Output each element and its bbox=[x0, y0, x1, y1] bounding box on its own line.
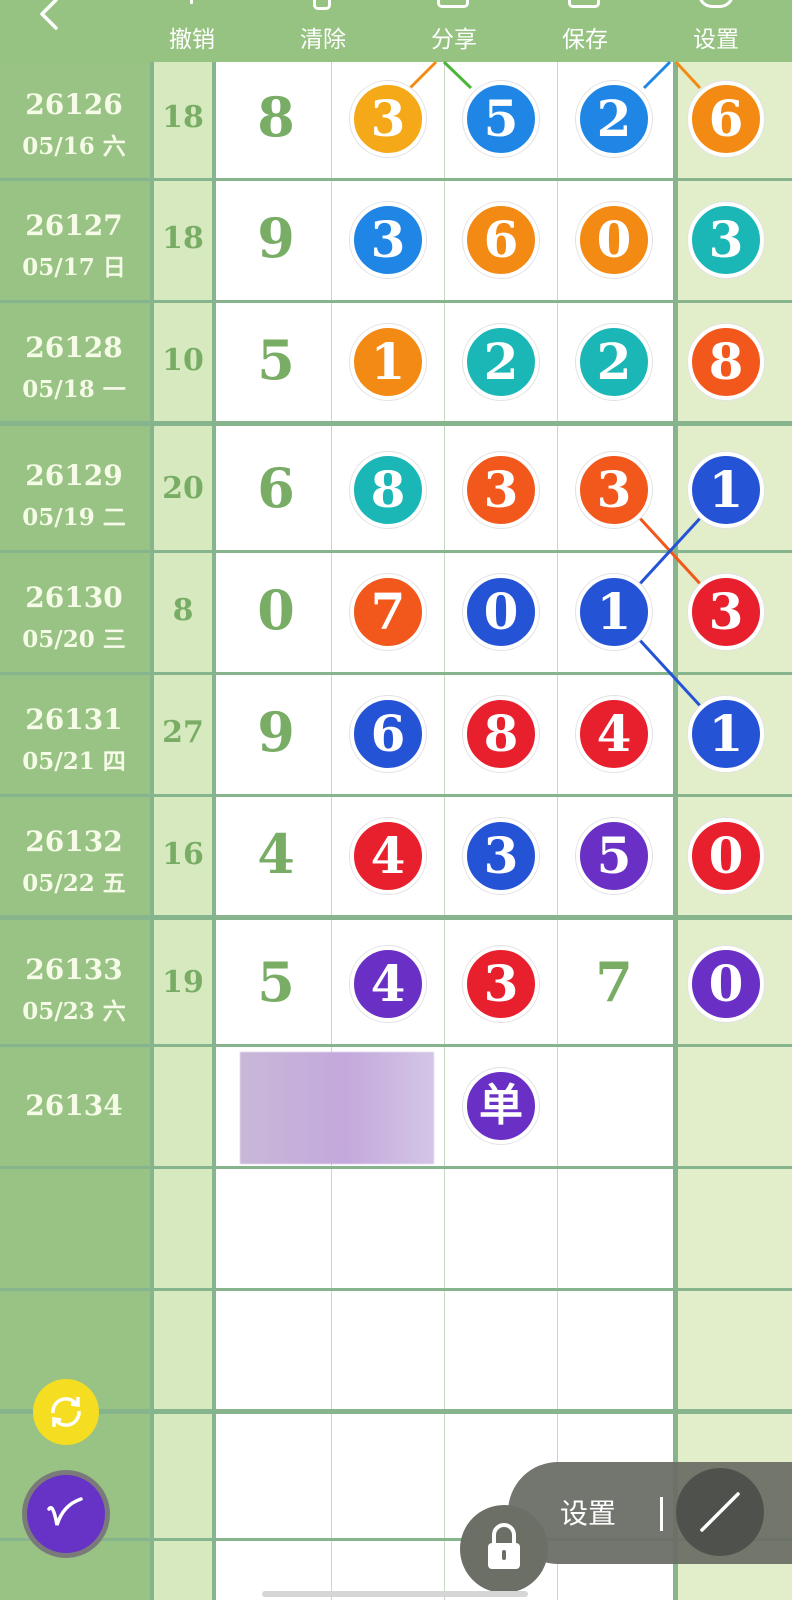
connection-line bbox=[674, 60, 702, 90]
plain-number: 7 bbox=[595, 950, 633, 1014]
number-ball[interactable]: 0 bbox=[688, 818, 764, 894]
number-ball[interactable]: 0 bbox=[463, 574, 539, 650]
number-ball[interactable]: 8 bbox=[350, 452, 426, 528]
number-ball[interactable]: 5 bbox=[576, 818, 652, 894]
number-ball[interactable]: 3 bbox=[688, 202, 764, 278]
number-ball[interactable]: 0 bbox=[688, 946, 764, 1022]
number-ball[interactable]: 3 bbox=[350, 81, 426, 157]
sum-value: 18 bbox=[162, 221, 204, 256]
refresh-button[interactable] bbox=[33, 1379, 99, 1445]
sum-value: 19 bbox=[162, 965, 204, 1000]
issue-number: 26134 bbox=[25, 1089, 123, 1122]
connection-line bbox=[642, 60, 672, 90]
issue-number: 26131 bbox=[25, 703, 123, 736]
sum-value: 8 bbox=[172, 593, 194, 628]
tail-digit: 8 bbox=[257, 85, 295, 149]
issue-number: 26128 bbox=[25, 331, 123, 364]
tail-digit: 5 bbox=[257, 328, 295, 392]
connection-line bbox=[408, 60, 438, 90]
number-ball[interactable]: 3 bbox=[350, 202, 426, 278]
number-ball[interactable]: 单 bbox=[463, 1068, 539, 1144]
issue-number: 26133 bbox=[25, 953, 123, 986]
home-indicator bbox=[262, 1591, 528, 1597]
issue-number: 26132 bbox=[25, 825, 123, 858]
lock-icon bbox=[488, 1523, 520, 1569]
issue-date: 05/23 六 bbox=[22, 998, 126, 1025]
hidden-prediction-box[interactable] bbox=[240, 1052, 434, 1164]
drawing-settings-label[interactable]: 设置 bbox=[560, 1492, 616, 1532]
number-ball[interactable]: 6 bbox=[350, 696, 426, 772]
number-ball[interactable]: 3 bbox=[576, 452, 652, 528]
number-ball[interactable]: 7 bbox=[350, 574, 426, 650]
pen-mode-button[interactable] bbox=[22, 1470, 110, 1558]
tail-digit: 4 bbox=[257, 822, 295, 886]
connection-line bbox=[442, 60, 473, 90]
number-ball[interactable]: 4 bbox=[576, 696, 652, 772]
tail-digit: 6 bbox=[257, 456, 295, 520]
tail-digit: 9 bbox=[257, 700, 295, 764]
number-ball[interactable]: 2 bbox=[576, 324, 652, 400]
number-ball[interactable]: 3 bbox=[463, 818, 539, 894]
separator bbox=[660, 1497, 663, 1531]
number-ball[interactable]: 1 bbox=[350, 324, 426, 400]
tail-digit: 9 bbox=[257, 206, 295, 270]
number-ball[interactable]: 6 bbox=[463, 202, 539, 278]
number-ball[interactable]: 1 bbox=[576, 574, 652, 650]
issue-date: 05/18 一 bbox=[22, 376, 126, 403]
number-ball[interactable]: 2 bbox=[463, 324, 539, 400]
number-ball[interactable]: 2 bbox=[576, 81, 652, 157]
pencil-icon bbox=[700, 1492, 740, 1532]
issue-date: 05/20 三 bbox=[22, 626, 126, 653]
sum-value: 10 bbox=[162, 343, 204, 378]
issue-number: 26129 bbox=[25, 459, 123, 492]
sum-value: 20 bbox=[162, 471, 204, 506]
number-ball[interactable]: 3 bbox=[688, 574, 764, 650]
issue-date: 05/22 五 bbox=[22, 870, 126, 897]
sum-value: 18 bbox=[162, 100, 204, 135]
number-ball[interactable]: 8 bbox=[688, 324, 764, 400]
issue-date: 05/17 日 bbox=[22, 254, 126, 281]
pen-icon bbox=[47, 1497, 83, 1526]
number-ball[interactable]: 1 bbox=[688, 696, 764, 772]
lock-button[interactable] bbox=[460, 1505, 548, 1593]
issue-date: 05/21 四 bbox=[22, 748, 126, 775]
tail-digit: 5 bbox=[257, 950, 295, 1014]
issue-number: 26126 bbox=[25, 88, 123, 121]
tail-digit: 0 bbox=[257, 578, 295, 642]
issue-number: 26130 bbox=[25, 581, 123, 614]
number-ball[interactable]: 5 bbox=[463, 81, 539, 157]
number-ball[interactable]: 4 bbox=[350, 946, 426, 1022]
issue-number: 26127 bbox=[25, 209, 123, 242]
issue-date: 05/16 六 bbox=[22, 133, 126, 160]
number-ball[interactable]: 1 bbox=[688, 452, 764, 528]
sum-value: 27 bbox=[162, 715, 204, 750]
number-ball[interactable]: 3 bbox=[463, 452, 539, 528]
number-ball[interactable]: 0 bbox=[576, 202, 652, 278]
refresh-icon bbox=[51, 1397, 81, 1427]
number-ball[interactable]: 8 bbox=[463, 696, 539, 772]
number-ball[interactable]: 3 bbox=[463, 946, 539, 1022]
number-ball[interactable]: 6 bbox=[688, 81, 764, 157]
number-ball[interactable]: 4 bbox=[350, 818, 426, 894]
issue-date: 05/19 二 bbox=[22, 504, 126, 531]
pencil-tool-button[interactable] bbox=[676, 1468, 764, 1556]
sum-value: 16 bbox=[162, 837, 204, 872]
